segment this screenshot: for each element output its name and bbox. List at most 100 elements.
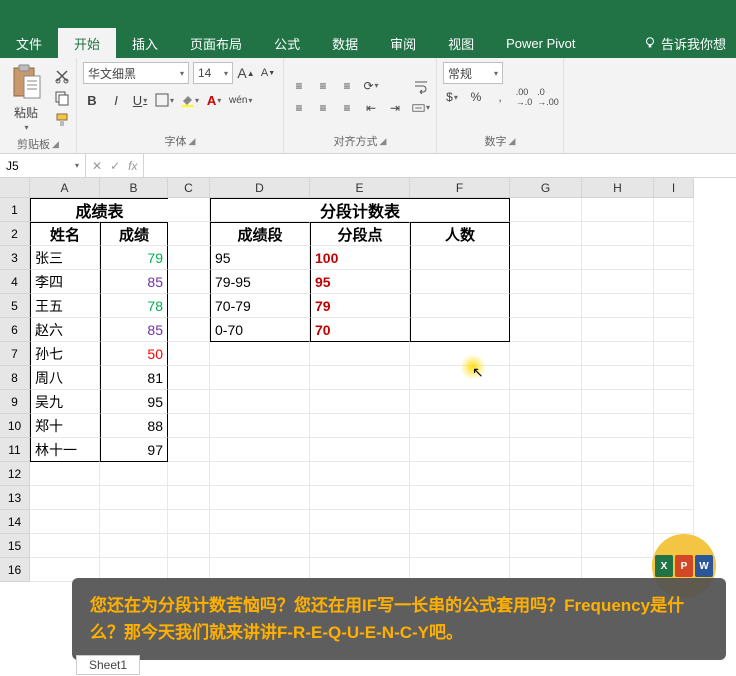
row-header[interactable]: 9	[0, 390, 30, 414]
cell[interactable]	[582, 318, 654, 342]
cell[interactable]	[410, 246, 510, 270]
row-header[interactable]: 7	[0, 342, 30, 366]
cell[interactable]: 81	[100, 366, 168, 390]
cell[interactable]	[654, 510, 694, 534]
cell[interactable]: 人数	[410, 222, 510, 246]
cell[interactable]	[582, 462, 654, 486]
paste-button[interactable]: 粘贴 ▾	[6, 62, 46, 134]
row-header[interactable]: 11	[0, 438, 30, 462]
row-header[interactable]: 3	[0, 246, 30, 270]
cell[interactable]: 吴九	[30, 390, 100, 414]
cell[interactable]	[582, 270, 654, 294]
dialog-launcher-icon[interactable]: ◢	[52, 139, 59, 150]
cell[interactable]	[168, 462, 210, 486]
fill-color-button[interactable]: ▾	[180, 90, 199, 110]
cell[interactable]: 70-79	[210, 294, 310, 318]
cell[interactable]	[654, 414, 694, 438]
row-header[interactable]: 1	[0, 198, 30, 222]
cell[interactable]	[168, 438, 210, 462]
tab-insert[interactable]: 插入	[116, 28, 174, 58]
cell[interactable]	[510, 414, 582, 438]
tab-powerpivot[interactable]: Power Pivot	[490, 28, 591, 58]
col-header[interactable]: G	[510, 178, 582, 198]
cell[interactable]	[310, 462, 410, 486]
cell[interactable]: 成绩段	[210, 222, 310, 246]
cell[interactable]: 79	[100, 246, 168, 270]
cell[interactable]	[582, 414, 654, 438]
cell[interactable]	[410, 270, 510, 294]
cell[interactable]	[582, 366, 654, 390]
dialog-launcher-icon[interactable]: ◢	[380, 136, 387, 147]
cell[interactable]: 95	[310, 270, 410, 294]
cell[interactable]	[510, 390, 582, 414]
row-header[interactable]: 2	[0, 222, 30, 246]
decrease-font-icon[interactable]: A▼	[259, 63, 277, 83]
cell[interactable]	[654, 486, 694, 510]
cell[interactable]: 95	[100, 390, 168, 414]
cell[interactable]	[654, 294, 694, 318]
align-right-icon[interactable]: ≡	[338, 99, 356, 117]
cell[interactable]	[654, 438, 694, 462]
align-left-icon[interactable]: ≡	[290, 99, 308, 117]
phonetic-button[interactable]: wén▾	[229, 90, 252, 110]
decrease-decimal-icon[interactable]: .0→.00	[539, 88, 557, 106]
cell[interactable]	[310, 390, 410, 414]
cell[interactable]: 孙七	[30, 342, 100, 366]
col-header[interactable]: B	[100, 178, 168, 198]
row-header[interactable]: 16	[0, 558, 30, 582]
tab-data[interactable]: 数据	[316, 28, 374, 58]
indent-increase-icon[interactable]: ⇥	[386, 99, 404, 117]
cell[interactable]	[30, 462, 100, 486]
cell[interactable]	[30, 534, 100, 558]
cell[interactable]: 50	[100, 342, 168, 366]
cell[interactable]	[168, 342, 210, 366]
cell[interactable]	[410, 510, 510, 534]
wrap-text-icon[interactable]	[412, 77, 430, 95]
cell[interactable]	[582, 198, 654, 222]
cell[interactable]	[410, 486, 510, 510]
col-header[interactable]: D	[210, 178, 310, 198]
cell[interactable]	[510, 534, 582, 558]
orientation-icon[interactable]: ⟳▾	[362, 77, 380, 95]
cell[interactable]	[30, 486, 100, 510]
row-header[interactable]: 12	[0, 462, 30, 486]
percent-icon[interactable]: %	[467, 88, 485, 106]
cell[interactable]	[510, 366, 582, 390]
cell[interactable]: 林十一	[30, 438, 100, 462]
font-size-select[interactable]: 14▾	[193, 62, 233, 84]
cell[interactable]	[168, 246, 210, 270]
col-header[interactable]: C	[168, 178, 210, 198]
cell[interactable]	[510, 486, 582, 510]
row-header[interactable]: 10	[0, 414, 30, 438]
cell[interactable]	[100, 462, 168, 486]
row-header[interactable]: 13	[0, 486, 30, 510]
cell[interactable]	[310, 438, 410, 462]
formula-input[interactable]	[144, 154, 736, 177]
cell[interactable]	[510, 342, 582, 366]
cell[interactable]	[582, 246, 654, 270]
cell[interactable]	[210, 342, 310, 366]
tell-me[interactable]: 告诉我你想	[633, 28, 736, 58]
cell[interactable]: 李四	[30, 270, 100, 294]
cell[interactable]	[168, 390, 210, 414]
spreadsheet-grid[interactable]: A B C D E F G H I 1成绩表分段计数表2姓名成绩成绩段分段点人数…	[0, 178, 736, 582]
cell[interactable]	[310, 342, 410, 366]
dialog-launcher-icon[interactable]: ◢	[189, 136, 196, 147]
cell[interactable]: 79-95	[210, 270, 310, 294]
cell[interactable]: 分段点	[310, 222, 410, 246]
cell[interactable]	[410, 534, 510, 558]
tab-view[interactable]: 视图	[432, 28, 490, 58]
border-button[interactable]: ▾	[155, 90, 174, 110]
cell[interactable]: 王五	[30, 294, 100, 318]
italic-button[interactable]: I	[107, 90, 125, 110]
underline-button[interactable]: U▾	[131, 90, 149, 110]
cell[interactable]	[510, 510, 582, 534]
cell[interactable]: 78	[100, 294, 168, 318]
align-middle-icon[interactable]: ≡	[314, 77, 332, 95]
cell[interactable]	[100, 534, 168, 558]
cell[interactable]: 成绩表	[30, 198, 168, 222]
cell[interactable]	[310, 534, 410, 558]
col-header[interactable]: I	[654, 178, 694, 198]
cell[interactable]	[582, 222, 654, 246]
row-header[interactable]: 4	[0, 270, 30, 294]
